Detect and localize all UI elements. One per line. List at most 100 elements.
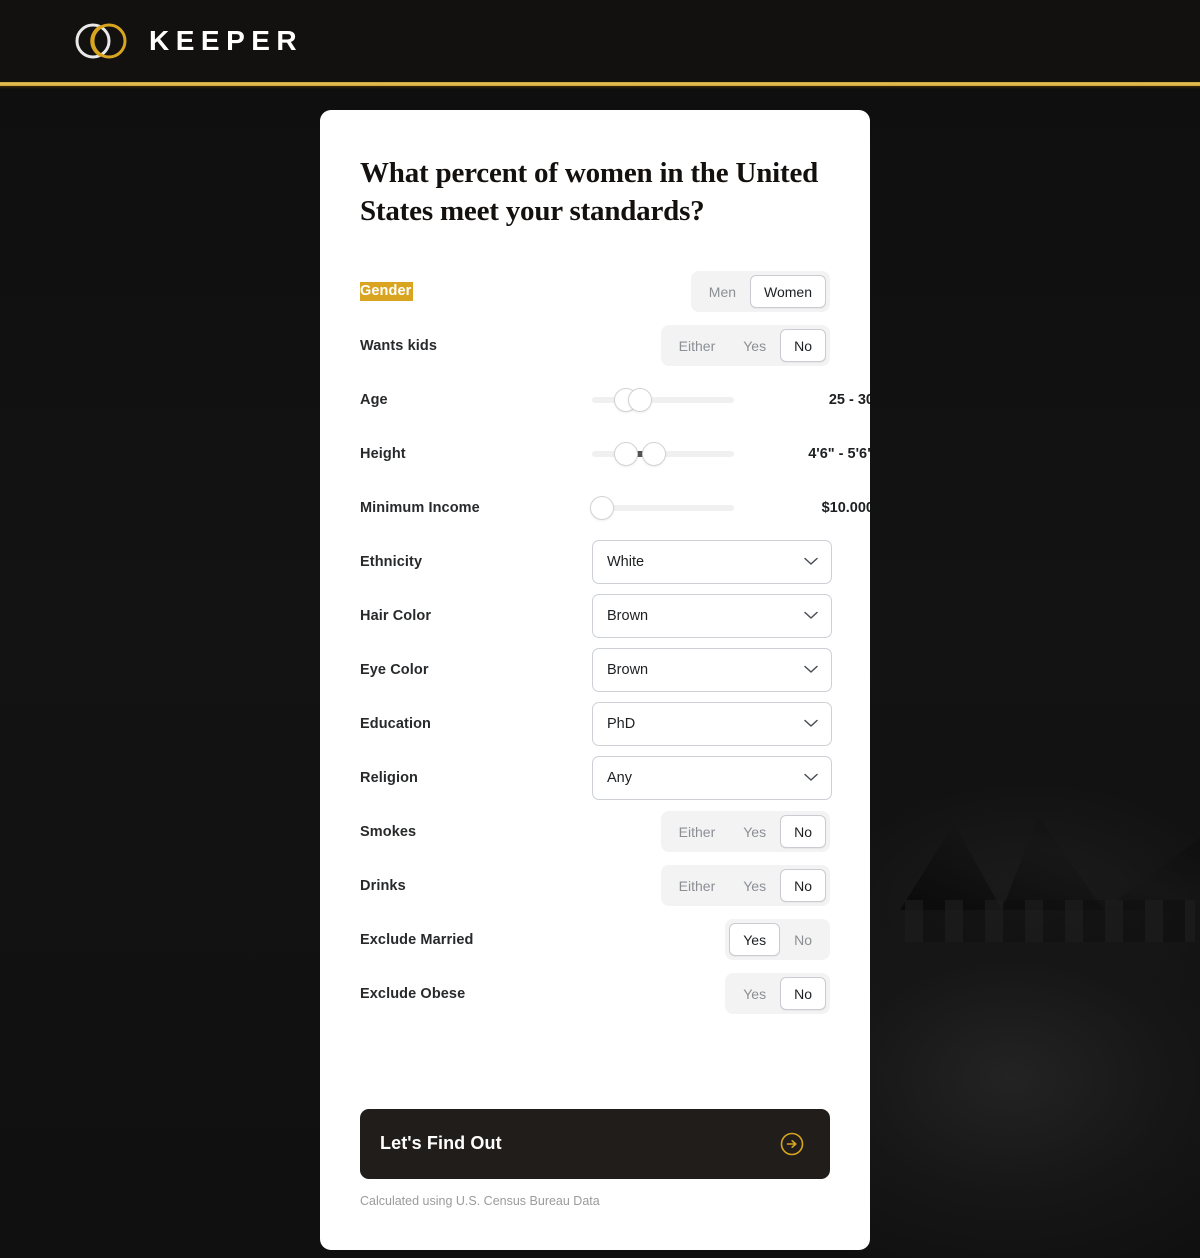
row-control-smokes: Either Yes No bbox=[592, 811, 830, 853]
form-row-religion: Religion Any bbox=[360, 751, 832, 805]
segmented-option-either[interactable]: Either bbox=[665, 869, 730, 902]
segmented-option-yes[interactable]: Yes bbox=[729, 329, 780, 362]
row-control-exclude-married: Yes No bbox=[592, 919, 830, 961]
chevron-down-icon bbox=[804, 719, 818, 727]
segmented-exclude-obese[interactable]: Yes No bbox=[725, 973, 830, 1015]
filters-form: Gender Men Women Wants kids Either Yes N… bbox=[360, 265, 870, 1021]
segmented-option-no[interactable]: No bbox=[780, 923, 826, 956]
segmented-drinks[interactable]: Either Yes No bbox=[660, 865, 830, 907]
segmented-option-yes[interactable]: Yes bbox=[729, 815, 780, 848]
row-label-eye-color: Eye Color bbox=[360, 661, 429, 678]
slider-knob-height-min[interactable] bbox=[614, 441, 638, 466]
form-row-hair-color: Hair Color Brown bbox=[360, 589, 832, 643]
segmented-option-no[interactable]: No bbox=[780, 869, 826, 903]
chevron-down-icon bbox=[804, 611, 818, 619]
select-value-eye-color: Brown bbox=[607, 661, 649, 678]
slider-wrap-minimum-income: $10.000 bbox=[590, 495, 870, 520]
row-label-age: Age bbox=[360, 391, 388, 408]
segmented-option-no[interactable]: No bbox=[780, 815, 826, 849]
chevron-down-icon bbox=[804, 557, 818, 565]
brand-name: KEEPER bbox=[149, 25, 304, 56]
row-label-hair-color: Hair Color bbox=[360, 607, 432, 624]
row-control-ethnicity: White bbox=[592, 539, 832, 584]
row-control-wants-kids: Either Yes No bbox=[592, 325, 830, 367]
segmented-option-men[interactable]: Men bbox=[695, 275, 750, 308]
form-row-minimum-income: Minimum Income $10.000 bbox=[360, 481, 870, 535]
slider-value-minimum-income: $10.000 bbox=[821, 499, 870, 516]
brand-logo[interactable]: KEEPER bbox=[72, 18, 303, 64]
select-religion[interactable]: Any bbox=[592, 755, 832, 800]
slider-wrap-height: 4'6" - 5'6" bbox=[592, 441, 870, 466]
slider-knob-height-max[interactable] bbox=[642, 441, 666, 466]
segmented-option-yes[interactable]: Yes bbox=[729, 977, 780, 1010]
form-row-education: Education PhD bbox=[360, 697, 832, 751]
segmented-smokes[interactable]: Either Yes No bbox=[660, 811, 830, 853]
select-education[interactable]: PhD bbox=[592, 701, 832, 746]
segmented-gender[interactable]: Men Women bbox=[690, 271, 830, 313]
submit-button-label: Let's Find Out bbox=[380, 1133, 502, 1154]
segmented-exclude-married[interactable]: Yes No bbox=[725, 919, 830, 961]
form-row-smokes: Smokes Either Yes No bbox=[360, 805, 830, 859]
row-label-minimum-income: Minimum Income bbox=[360, 499, 480, 516]
form-row-ethnicity: Ethnicity White bbox=[360, 535, 832, 589]
range-slider-height[interactable] bbox=[592, 441, 734, 466]
row-label-gender: Gender bbox=[360, 282, 413, 302]
segmented-option-yes[interactable]: Yes bbox=[729, 923, 781, 957]
form-row-eye-color: Eye Color Brown bbox=[360, 643, 832, 697]
standards-form-card: What percent of women in the United Stat… bbox=[320, 110, 870, 1250]
row-control-gender: Men Women bbox=[592, 271, 830, 313]
row-control-drinks: Either Yes No bbox=[592, 865, 830, 907]
row-control-minimum-income: $10.000 bbox=[590, 495, 870, 520]
form-row-gender: Gender Men Women bbox=[360, 265, 830, 319]
row-label-drinks: Drinks bbox=[360, 877, 406, 894]
arrow-right-circle-icon bbox=[780, 1132, 804, 1155]
top-header-bar: KEEPER bbox=[0, 0, 1200, 82]
gold-divider-shadow bbox=[0, 86, 1200, 89]
submit-button[interactable]: Let's Find Out bbox=[360, 1108, 830, 1179]
select-value-education: PhD bbox=[607, 715, 636, 732]
row-label-religion: Religion bbox=[360, 769, 418, 786]
select-ethnicity[interactable]: White bbox=[592, 539, 832, 584]
select-hair-color[interactable]: Brown bbox=[592, 593, 832, 638]
row-control-hair-color: Brown bbox=[592, 593, 832, 638]
row-label-exclude-obese: Exclude Obese bbox=[360, 985, 466, 1002]
row-label-ethnicity: Ethnicity bbox=[360, 553, 423, 570]
select-eye-color[interactable]: Brown bbox=[592, 647, 832, 692]
slider-knob-minimum-income[interactable] bbox=[590, 495, 614, 520]
page-title: What percent of women in the United Stat… bbox=[360, 157, 819, 228]
form-row-drinks: Drinks Either Yes No bbox=[360, 859, 830, 913]
interlocking-rings-icon bbox=[75, 23, 127, 59]
row-control-education: PhD bbox=[592, 701, 832, 746]
range-slider-age[interactable] bbox=[592, 387, 734, 412]
row-label-wants-kids: Wants kids bbox=[360, 337, 438, 354]
segmented-option-no[interactable]: No bbox=[780, 977, 826, 1011]
select-value-religion: Any bbox=[607, 769, 632, 786]
row-control-religion: Any bbox=[592, 755, 832, 800]
row-label-height: Height bbox=[360, 445, 406, 462]
select-value-hair-color: Brown bbox=[607, 607, 649, 624]
segmented-option-yes[interactable]: Yes bbox=[729, 869, 780, 902]
slider-value-age: 25 - 30 bbox=[828, 391, 870, 408]
row-control-eye-color: Brown bbox=[592, 647, 832, 692]
segmented-option-no[interactable]: No bbox=[780, 329, 826, 363]
segmented-option-either[interactable]: Either bbox=[665, 815, 730, 848]
form-row-age: Age 25 - 30 bbox=[360, 373, 870, 427]
row-control-height: 4'6" - 5'6" bbox=[592, 441, 870, 466]
chevron-down-icon bbox=[804, 665, 818, 673]
slider-value-height: 4'6" - 5'6" bbox=[808, 445, 870, 462]
segmented-wants-kids[interactable]: Either Yes No bbox=[660, 325, 830, 367]
row-label-education: Education bbox=[360, 715, 431, 732]
form-row-wants-kids: Wants kids Either Yes No bbox=[360, 319, 830, 373]
row-label-smokes: Smokes bbox=[360, 823, 417, 840]
segmented-option-either[interactable]: Either bbox=[665, 329, 730, 362]
row-label-exclude-married: Exclude Married bbox=[360, 931, 474, 948]
form-row-exclude-married: Exclude Married Yes No bbox=[360, 913, 830, 967]
form-row-height: Height 4'6" - 5'6" bbox=[360, 427, 870, 481]
select-value-ethnicity: White bbox=[607, 553, 645, 570]
footnote-text: Calculated using U.S. Census Bureau Data bbox=[360, 1193, 600, 1208]
segmented-option-women[interactable]: Women bbox=[750, 275, 826, 309]
slider-minimum-income[interactable] bbox=[590, 495, 734, 520]
slider-knob-age-max[interactable] bbox=[628, 387, 652, 412]
background-house-windows bbox=[905, 900, 1195, 942]
slider-wrap-age: 25 - 30 bbox=[592, 387, 870, 412]
